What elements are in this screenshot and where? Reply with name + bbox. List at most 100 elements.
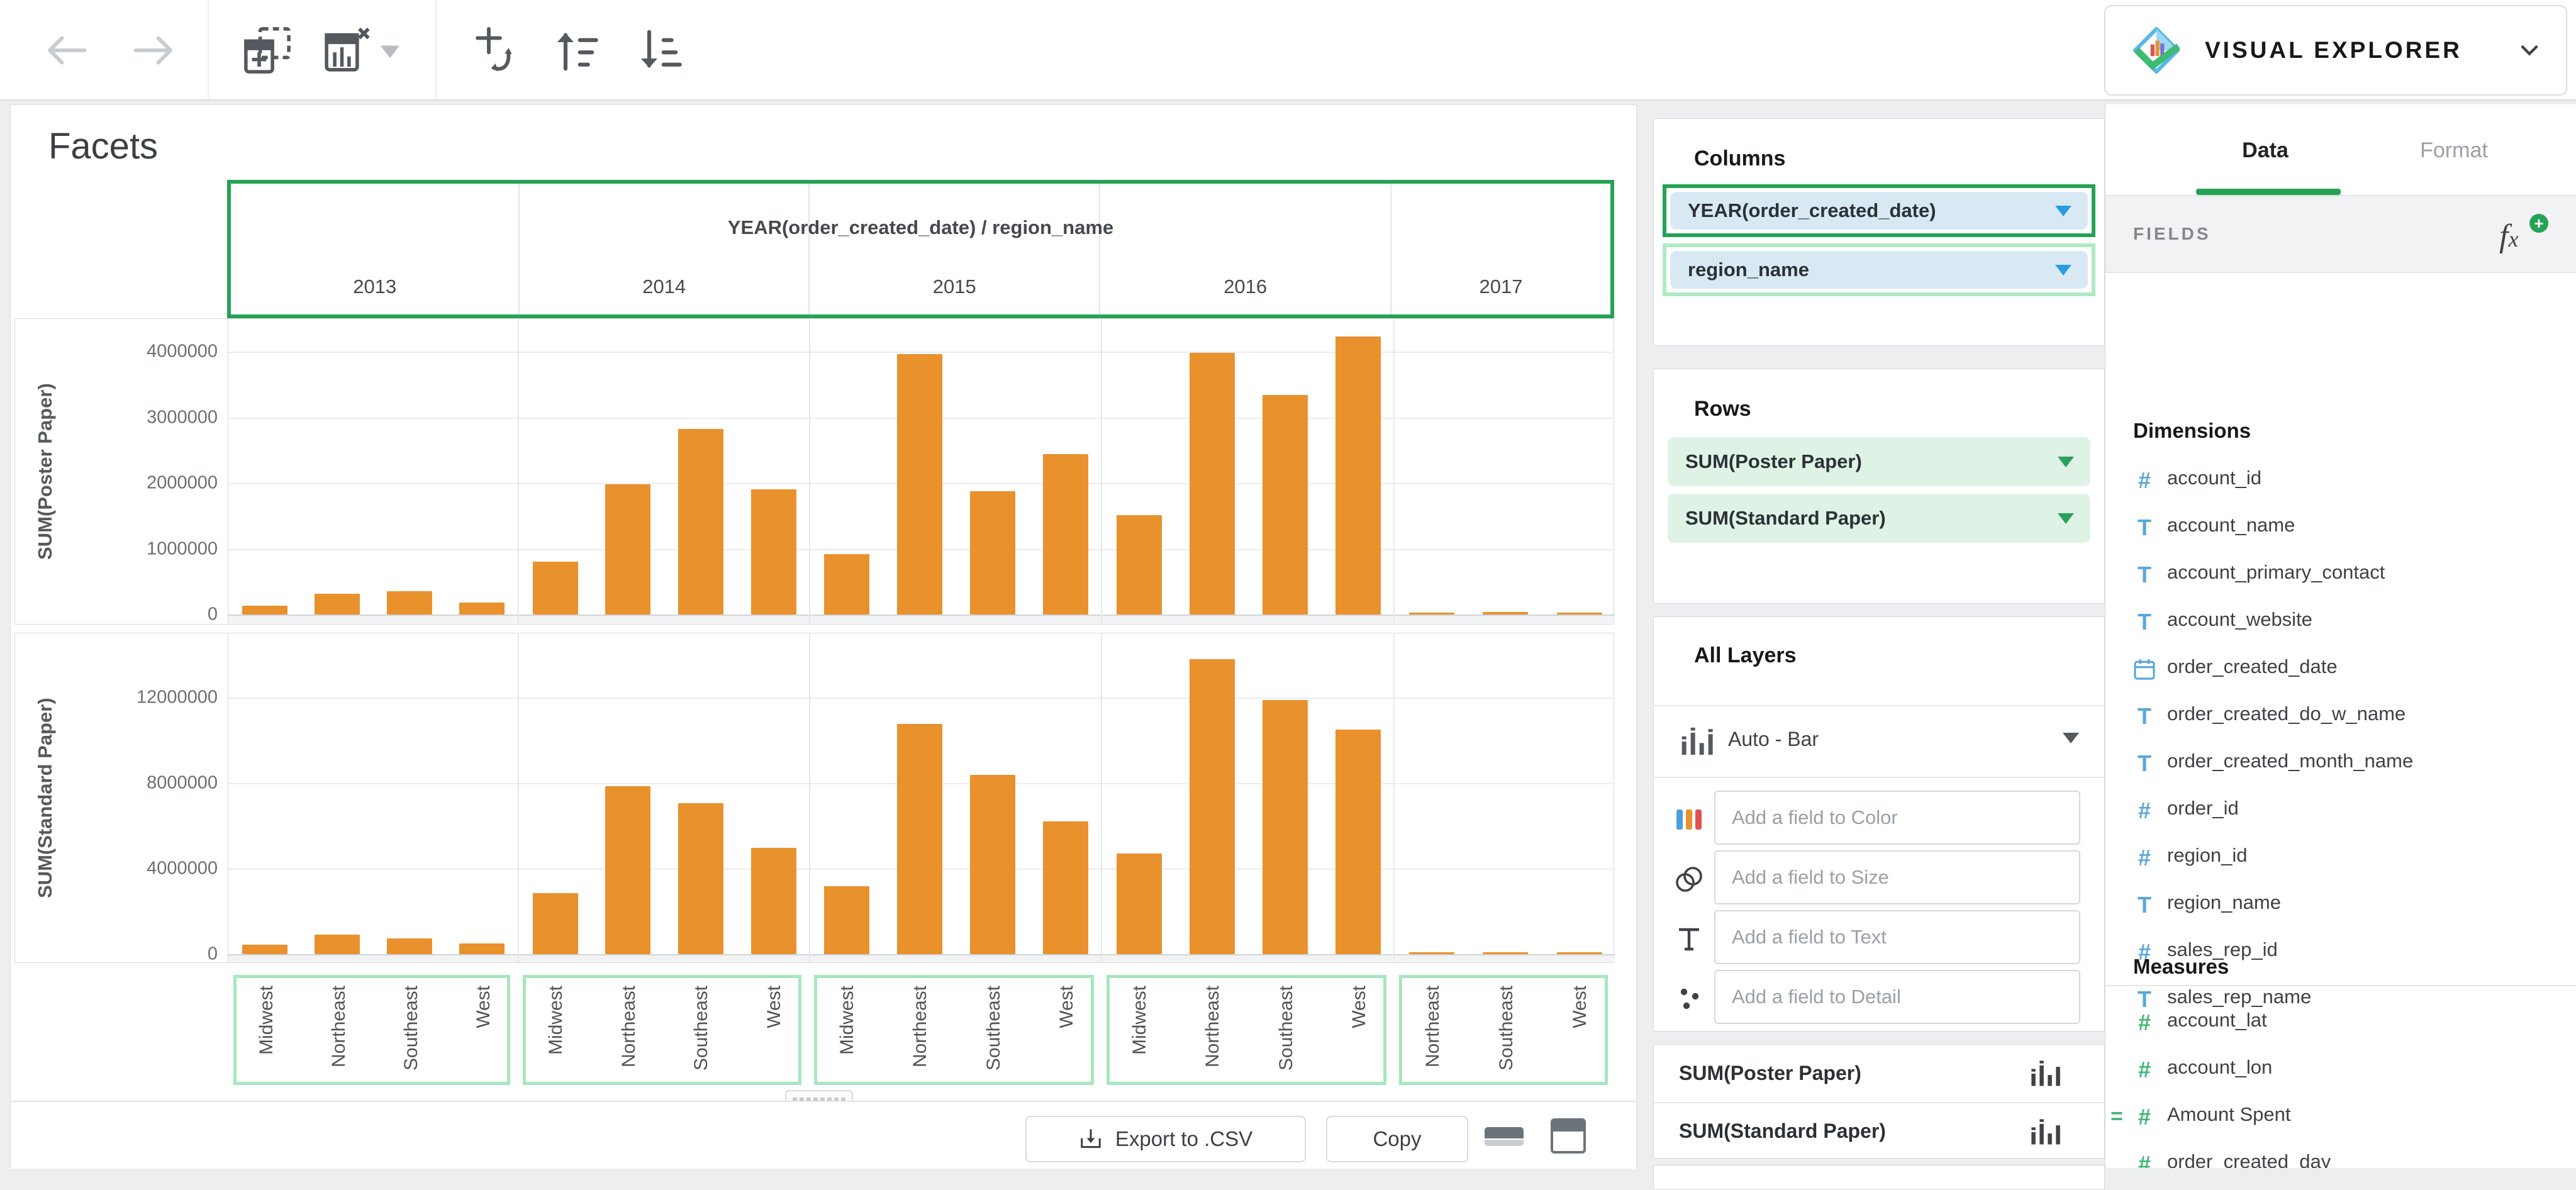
bar-2015-Southeast[interactable] (970, 775, 1016, 954)
x-label-group-2016[interactable]: Midwest Northeast Southeast West (1100, 972, 1393, 1085)
year-header-2016[interactable]: 2016 (1099, 184, 1390, 314)
chart-type-caret-icon[interactable] (2063, 733, 2079, 743)
bar-2014-Northeast[interactable] (605, 786, 651, 954)
bar-2017-West[interactable] (1556, 952, 1602, 954)
pill-caret-icon[interactable] (2058, 456, 2074, 467)
back-icon[interactable] (35, 19, 98, 82)
forward-icon[interactable] (123, 19, 186, 82)
bar-2013-Midwest[interactable] (242, 606, 287, 614)
bar-2013-West[interactable] (459, 603, 505, 614)
bar-2017-Northeast[interactable] (1408, 612, 1454, 614)
pill-caret-icon[interactable] (2055, 264, 2071, 275)
dimension-order_created_month_name[interactable]: Torder_created_month_name (2105, 743, 2576, 787)
chart-type-select[interactable]: Auto - Bar (1654, 706, 2104, 777)
bar-2017-Northeast[interactable] (1408, 952, 1454, 954)
bar-2014-Northeast[interactable] (605, 484, 651, 614)
bar-2015-West[interactable] (1043, 454, 1089, 614)
bar-2015-Northeast[interactable] (896, 724, 942, 954)
bar-2014-West[interactable] (750, 847, 796, 954)
measure-shelf-item[interactable]: SUM(Standard Paper) (1654, 1102, 2104, 1159)
bar-2016-Southeast[interactable] (1263, 395, 1308, 614)
bar-2017-West[interactable] (1556, 613, 1602, 614)
bar-2016-Midwest[interactable] (1116, 515, 1162, 614)
swap-axes-icon[interactable] (466, 19, 528, 82)
pill-caret-icon[interactable] (2058, 513, 2074, 524)
bar-2015-Southeast[interactable] (970, 491, 1016, 614)
year-header-2014[interactable]: 2014 (518, 184, 808, 314)
tab-data[interactable]: Data (2171, 104, 2360, 196)
bar-2015-Northeast[interactable] (896, 354, 942, 614)
chevron-down-icon[interactable] (2516, 36, 2543, 64)
sort-ascending-icon[interactable] (542, 19, 605, 82)
bar-2013-Southeast[interactable] (386, 591, 432, 614)
dimension-account_name[interactable]: Taccount_name (2105, 508, 2576, 552)
bar-2016-Midwest[interactable] (1116, 853, 1162, 954)
add-calculated-field-icon[interactable]: fx + (2499, 214, 2548, 255)
measure-shelf-item[interactable]: SUM(Poster Paper) (1654, 1045, 2104, 1101)
dimension-region_id[interactable]: # region_id (2105, 838, 2576, 882)
bar-2016-Southeast[interactable] (1263, 700, 1308, 954)
sort-descending-icon[interactable] (626, 19, 689, 82)
minimize-icon[interactable] (1485, 1127, 1524, 1146)
bar-2015-Midwest[interactable] (823, 886, 869, 954)
bar-2016-Northeast[interactable] (1189, 353, 1235, 614)
bar-2013-Southeast[interactable] (386, 938, 432, 954)
pill-year-order-created-date[interactable]: YEAR(order_created_date) (1663, 184, 2095, 237)
year-header-2013[interactable]: 2013 (231, 184, 518, 314)
tab-format[interactable]: Format (2360, 104, 2548, 196)
export-csv-button[interactable]: Export to .CSV (1025, 1116, 1306, 1162)
bar-2013-Midwest[interactable] (242, 944, 287, 954)
dimension-account_primary_contact[interactable]: Taccount_primary_contact (2105, 555, 2576, 599)
detail-field-input[interactable] (1714, 970, 2080, 1024)
bar-2014-Southeast[interactable] (678, 803, 724, 954)
remove-chart-icon[interactable] (315, 19, 377, 82)
bar-2013-Northeast[interactable] (314, 593, 360, 614)
year-header-2017[interactable]: 2017 (1390, 184, 1610, 314)
facet-column-header[interactable]: 2013 2014 2015 2016 2017 YEAR(order_created_… (227, 180, 1614, 318)
measure-account_lon[interactable]: # account_lon (2105, 1050, 2576, 1094)
text-field-input[interactable] (1714, 910, 2080, 964)
dimension-account_website[interactable]: Taccount_website (2105, 602, 2576, 646)
x-label-group-2014[interactable]: Midwest Northeast Southeast West (516, 972, 808, 1085)
fields-panel: Data Format FIELDS fx + Dimensions # accou… (2105, 104, 2576, 1168)
pill-caret-icon[interactable] (2055, 205, 2071, 216)
dimension-region_name[interactable]: Tregion_name (2105, 885, 2576, 929)
x-label-group-2017[interactable]: Northeast Southeast West (1393, 972, 1614, 1085)
pill-sum-poster-paper[interactable]: SUM(Poster Paper) (1663, 437, 2095, 490)
bar-2013-West[interactable] (459, 943, 505, 954)
bar-2016-West[interactable] (1335, 336, 1381, 614)
measure-account_lat[interactable]: # account_lat (2105, 1003, 2576, 1047)
pill-sum-standard-paper[interactable]: SUM(Standard Paper) (1663, 494, 2095, 547)
remove-chart-caret-icon[interactable] (371, 19, 409, 82)
bar-2015-Midwest[interactable] (823, 553, 869, 614)
bar-2014-West[interactable] (750, 489, 796, 614)
bar-2014-Midwest[interactable] (532, 893, 578, 954)
color-field-input[interactable] (1714, 791, 2080, 845)
dimension-order_id[interactable]: # order_id (2105, 791, 2576, 835)
measure-amount-spent[interactable]: = # Amount Spent (2105, 1097, 2576, 1141)
bar-2017-Southeast[interactable] (1483, 952, 1529, 954)
size-field-input[interactable] (1714, 850, 2080, 904)
measure-order_created_day[interactable]: # order_created_day (2105, 1144, 2576, 1168)
bar-2016-West[interactable] (1335, 729, 1381, 954)
year-header-2015[interactable]: 2015 (808, 184, 1099, 314)
dimension-order_created_date[interactable]: order_created_date (2105, 649, 2576, 693)
plot-area (228, 633, 1615, 962)
duplicate-chart-icon[interactable] (236, 19, 299, 82)
app-switcher[interactable]: VISUAL EXPLORER (2104, 5, 2567, 96)
bar-2015-West[interactable] (1043, 821, 1089, 954)
x-label-group-2015[interactable]: Midwest Northeast Southeast West (808, 972, 1100, 1085)
x-tick-label-Midwest: Midwest (545, 986, 566, 1055)
bar-2017-Southeast[interactable] (1483, 611, 1529, 614)
bar-2013-Northeast[interactable] (314, 935, 360, 954)
pill-region-name[interactable]: region_name (1663, 243, 2095, 296)
dimension-order_created_do_w_name[interactable]: Torder_created_do_w_name (2105, 696, 2576, 740)
bar-2016-Northeast[interactable] (1189, 659, 1235, 954)
pill-label: region_name (1688, 259, 1809, 281)
bar-2014-Midwest[interactable] (532, 562, 578, 614)
copy-button[interactable]: Copy (1326, 1116, 1468, 1162)
x-label-group-2013[interactable]: Midwest Northeast Southeast West (227, 972, 516, 1085)
bar-2014-Southeast[interactable] (678, 429, 724, 614)
maximize-icon[interactable] (1551, 1118, 1586, 1154)
dimension-account_id[interactable]: # account_id (2105, 460, 2576, 504)
